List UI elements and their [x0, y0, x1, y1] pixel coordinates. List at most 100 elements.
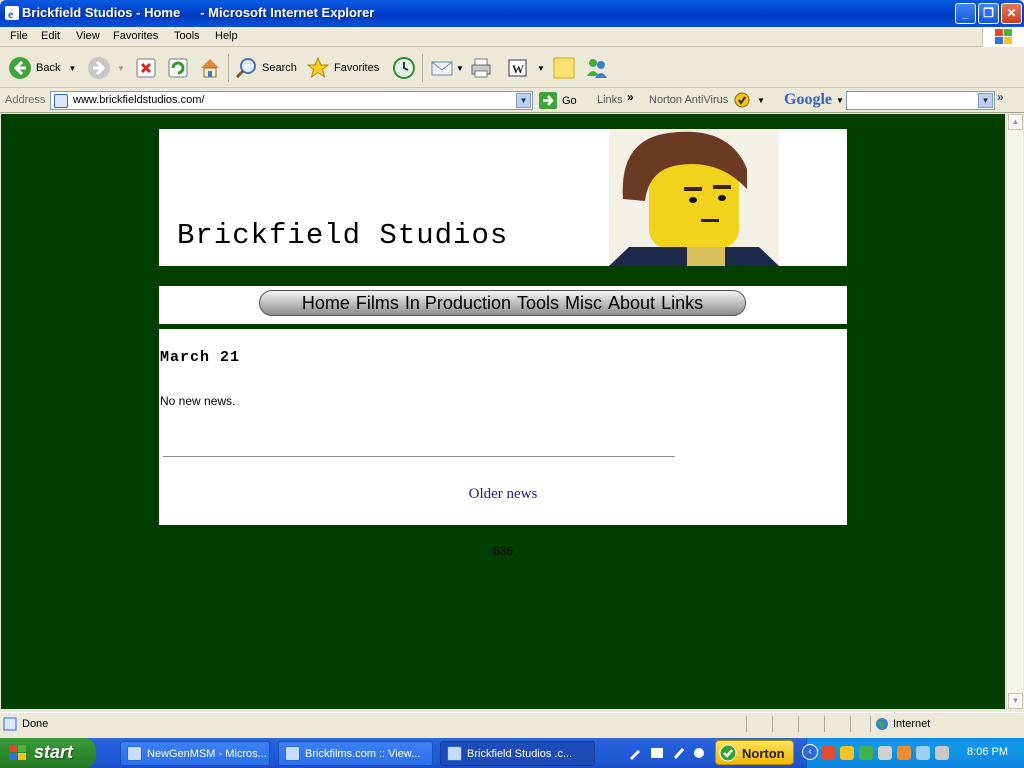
menu-help[interactable]: Help: [215, 30, 238, 42]
tray-clock[interactable]: 8:06 PM: [967, 746, 1008, 758]
menu-favorites[interactable]: Favorites: [113, 30, 158, 42]
tray-update-icon[interactable]: [897, 746, 911, 760]
nav-about[interactable]: About: [608, 293, 655, 314]
address-input[interactable]: www.brickfieldstudios.com/ ▼: [50, 91, 533, 110]
tray-network-icon[interactable]: [859, 746, 873, 760]
tablet-icon[interactable]: [650, 746, 664, 760]
draw-icon[interactable]: [692, 746, 706, 760]
favorites-button[interactable]: Favorites: [306, 54, 379, 82]
globe-icon: [876, 718, 888, 730]
paint-icon[interactable]: [672, 746, 686, 760]
tray-messenger-icon[interactable]: [840, 746, 854, 760]
norton-dropdown-icon[interactable]: ▼: [757, 96, 765, 105]
nav-films[interactable]: Films: [356, 293, 399, 314]
discuss-button[interactable]: [552, 54, 576, 82]
news-panel: March 21 No new news. Older news: [159, 329, 847, 525]
menu-bar: File Edit View Favorites Tools Help: [0, 27, 1024, 47]
address-bar: Address www.brickfieldstudios.com/ ▼ Go …: [0, 89, 1024, 113]
scroll-down-icon[interactable]: ▼: [1008, 693, 1023, 709]
older-news-link[interactable]: Older news: [159, 486, 847, 503]
address-url[interactable]: www.brickfieldstudios.com/: [73, 94, 204, 106]
minimize-button[interactable]: _: [955, 3, 976, 24]
word-edit-icon: W: [508, 59, 527, 77]
menu-edit[interactable]: Edit: [41, 30, 60, 42]
zone-cell: Internet: [870, 716, 1022, 732]
window-title: Brickfield Studios - Home - Microsoft Int…: [22, 5, 374, 20]
page-icon: [54, 94, 68, 108]
search-button[interactable]: Search: [234, 54, 297, 82]
edit-dropdown-icon[interactable]: ▼: [537, 64, 545, 73]
messenger-icon: [587, 59, 607, 78]
links-chevron-icon[interactable]: »: [627, 90, 634, 104]
edit-button[interactable]: W ▼: [507, 54, 545, 82]
norton-taskbar-button[interactable]: Norton: [715, 740, 794, 765]
google-search-input[interactable]: ▼: [846, 91, 995, 110]
google-dropdown-icon[interactable]: ▼: [836, 96, 844, 105]
back-button[interactable]: Back ▼: [8, 54, 76, 82]
maximize-button[interactable]: ❐: [978, 3, 999, 24]
home-button[interactable]: [198, 54, 222, 82]
tray-antivirus-icon[interactable]: [821, 746, 835, 760]
news-divider: [163, 456, 675, 457]
title-bar: e Brickfield Studios - Home - Microsoft I…: [0, 0, 1024, 27]
print-button[interactable]: [469, 54, 493, 82]
norton-shield-icon[interactable]: [734, 92, 750, 108]
svg-text:W: W: [512, 62, 524, 76]
zone-label: Internet: [893, 718, 931, 730]
back-dropdown-icon[interactable]: ▼: [68, 64, 76, 73]
tray-connection-icon[interactable]: [935, 746, 949, 760]
status-cell: [824, 716, 850, 732]
nav-home[interactable]: Home: [302, 293, 350, 314]
taskbar-button-brickfilms[interactable]: Brickfilms.com :: View...: [278, 741, 433, 766]
google-logo[interactable]: Google: [784, 91, 832, 109]
norton-check-icon: [719, 744, 737, 762]
start-label: start: [34, 742, 74, 762]
vertical-scrollbar[interactable]: ▲ ▼: [1006, 114, 1023, 709]
refresh-button[interactable]: [167, 54, 189, 82]
status-cell: [798, 716, 824, 732]
home-icon: [201, 59, 219, 78]
tray-expand-icon[interactable]: ‹: [802, 744, 818, 760]
search-label: Search: [262, 62, 297, 74]
norton-antivirus-label[interactable]: Norton AntiVirus: [649, 94, 728, 106]
close-button[interactable]: ✕: [1001, 3, 1022, 24]
start-button[interactable]: start: [0, 738, 96, 768]
note-icon: [553, 57, 575, 79]
forward-button[interactable]: ▼: [87, 54, 125, 82]
favorites-star-icon: [306, 56, 330, 79]
nav-misc[interactable]: Misc: [565, 293, 602, 314]
nav-tools[interactable]: Tools: [517, 293, 559, 314]
go-button[interactable]: Go: [539, 92, 577, 109]
history-icon: [393, 57, 415, 79]
ie-icon: [127, 746, 142, 761]
scroll-up-icon[interactable]: ▲: [1008, 114, 1023, 130]
menu-view[interactable]: View: [76, 30, 100, 42]
google-chevron-icon[interactable]: »: [997, 90, 1004, 104]
status-cell: [850, 716, 870, 732]
mail-dropdown-icon[interactable]: ▼: [456, 64, 464, 73]
menu-file[interactable]: File: [10, 30, 28, 42]
search-icon: [235, 58, 256, 79]
forward-dropdown-icon[interactable]: ▼: [117, 64, 125, 73]
menu-tools[interactable]: Tools: [174, 30, 200, 42]
status-cell: [772, 716, 798, 732]
address-dropdown-icon[interactable]: ▼: [516, 93, 531, 108]
google-search-dropdown-icon[interactable]: ▼: [978, 93, 993, 108]
tray-volume-icon[interactable]: [916, 746, 930, 760]
links-label[interactable]: Links: [597, 94, 623, 106]
taskbar-button-brickfield[interactable]: Brickfield Studios .c...: [440, 741, 595, 766]
tray-settings-icon[interactable]: [878, 746, 892, 760]
taskbar: start NewGenMSM - Micros... Brickfilms.c…: [0, 738, 1024, 768]
mail-button[interactable]: ▼: [430, 54, 464, 82]
pen-tool-icon[interactable]: [628, 746, 642, 760]
nav-in-production[interactable]: In Production: [405, 293, 511, 314]
messenger-button[interactable]: [584, 54, 610, 82]
stop-button[interactable]: [135, 54, 157, 82]
taskbar-button-newgenmsm[interactable]: NewGenMSM - Micros...: [120, 741, 270, 766]
nav-links[interactable]: Links: [661, 293, 703, 314]
ie-icon: e: [5, 6, 19, 21]
news-date: March 21: [160, 349, 241, 366]
lego-minifigure-image: [609, 129, 779, 266]
forward-arrow-icon: [88, 57, 110, 79]
history-button[interactable]: [392, 54, 416, 82]
